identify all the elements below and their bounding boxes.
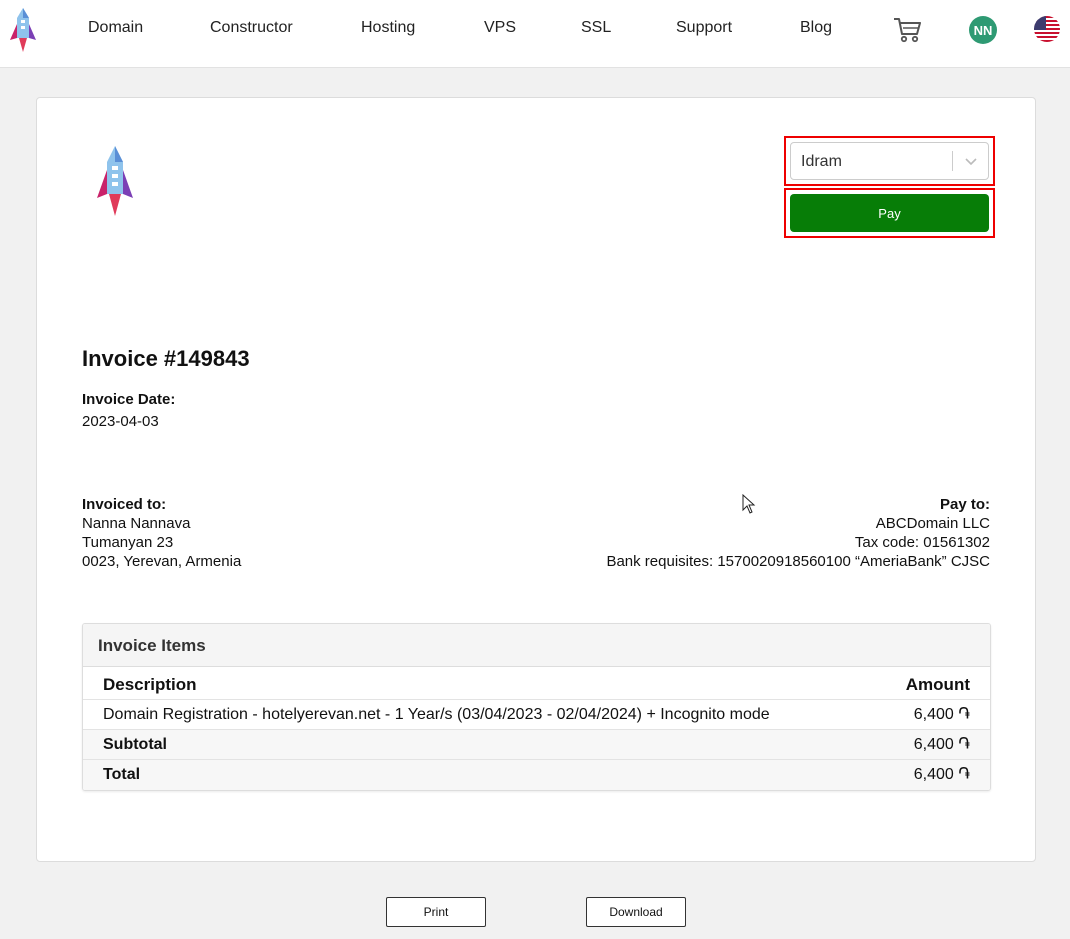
download-button[interactable]: Download	[586, 897, 686, 927]
tax-code: Tax code: 01561302	[854, 534, 990, 551]
company-name: ABCDomain LLC	[875, 515, 990, 532]
total-amount: 6,400 ֏	[913, 766, 970, 783]
invoice-items-panel: Invoice Items Description Amount Domain …	[82, 623, 991, 791]
column-amount: Amount	[905, 675, 970, 694]
customer-name: Nanna Nannava	[82, 515, 191, 532]
pay-button[interactable]: Pay	[790, 194, 989, 232]
invoiced-to-label: Invoiced to:	[82, 496, 167, 513]
subtotal-label: Subtotal	[103, 736, 167, 753]
payment-method-select[interactable]: Idram	[790, 142, 989, 180]
column-description: Description	[103, 675, 197, 694]
payment-method-highlight: Idram	[784, 136, 995, 186]
invoice-items-heading: Invoice Items	[83, 624, 990, 667]
table-header-row: Description Amount	[83, 667, 990, 700]
nav-ssl[interactable]: SSL	[581, 19, 611, 37]
invoice-card: Idram Pay Invoice #149843 Invoice Date: …	[36, 97, 1036, 862]
mouse-pointer-icon	[742, 494, 756, 514]
nav-support[interactable]: Support	[676, 19, 732, 37]
pay-to-label: Pay to:	[939, 496, 990, 513]
rocket-logo-icon	[97, 146, 133, 216]
pay-to-block: Pay to: ABCDomain LLC Tax code: 01561302…	[606, 495, 990, 571]
invoiced-to-block: Invoiced to: Nanna Nannava Tumanyan 23 0…	[82, 495, 241, 571]
nav-vps[interactable]: VPS	[484, 19, 516, 37]
rocket-logo-icon[interactable]	[8, 6, 38, 54]
payment-method-value: Idram	[801, 153, 842, 170]
avatar[interactable]: NN	[969, 16, 997, 44]
table-row: Domain Registration - hotelyerevan.net -…	[83, 700, 990, 730]
nav-blog[interactable]: Blog	[800, 19, 832, 37]
cart-icon[interactable]	[893, 17, 921, 43]
subtotal-amount: 6,400 ֏	[913, 736, 970, 753]
total-row: Total 6,400 ֏	[83, 760, 990, 790]
invoice-date: 2023-04-03	[82, 413, 159, 430]
total-label: Total	[103, 766, 141, 783]
item-description: Domain Registration - hotelyerevan.net -…	[103, 706, 770, 723]
print-button[interactable]: Print	[386, 897, 486, 927]
chevron-down-icon[interactable]	[963, 153, 979, 169]
nav-hosting[interactable]: Hosting	[361, 19, 415, 37]
top-navbar: Domain Constructor Hosting VPS SSL Suppo…	[0, 0, 1070, 68]
select-divider	[952, 151, 953, 171]
customer-city: 0023, Yerevan, Armenia	[82, 553, 242, 570]
nav-constructor[interactable]: Constructor	[210, 19, 293, 37]
invoice-date-label: Invoice Date:	[82, 391, 176, 408]
invoice-title: Invoice #149843	[82, 346, 250, 371]
bank-requisites: Bank requisites: 1570020918560100 “Ameri…	[606, 553, 990, 570]
customer-street: Tumanyan 23	[82, 534, 174, 551]
subtotal-row: Subtotal 6,400 ֏	[83, 730, 990, 760]
us-flag-icon[interactable]	[1034, 16, 1060, 42]
item-amount: 6,400 ֏	[913, 706, 970, 723]
nav-domain[interactable]: Domain	[88, 19, 143, 37]
pay-button-highlight: Pay	[784, 188, 995, 238]
